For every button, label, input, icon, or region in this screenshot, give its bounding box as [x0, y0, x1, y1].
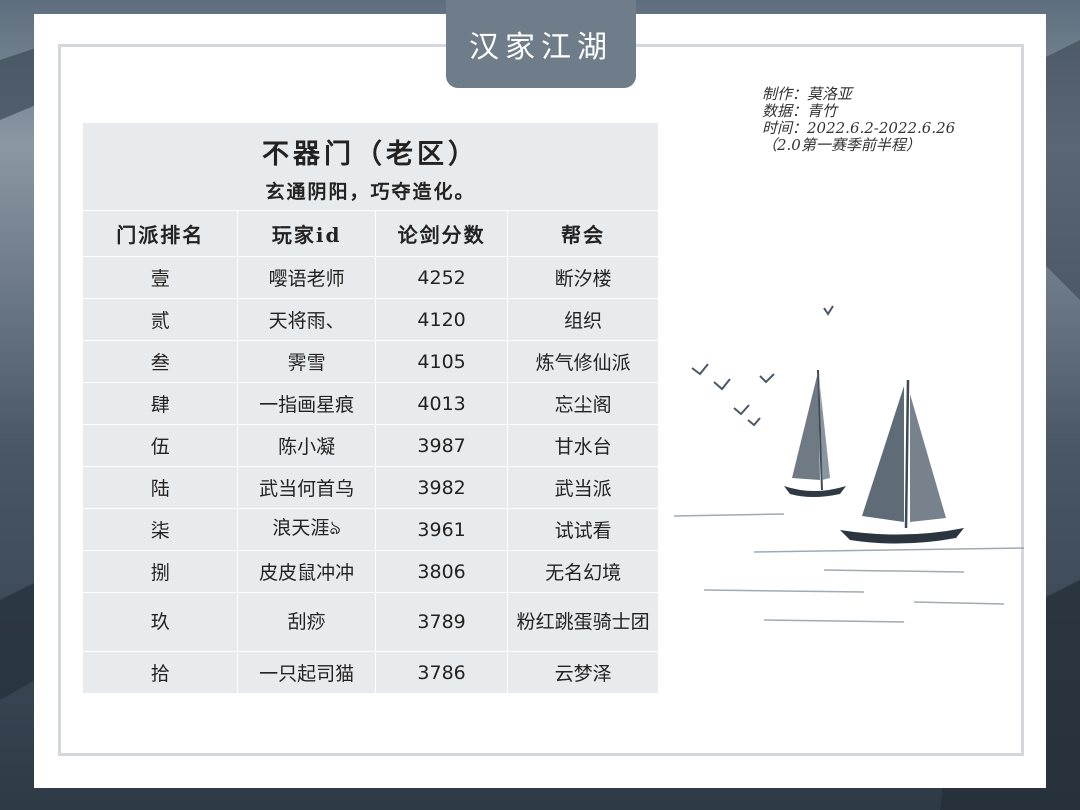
- rank-cell: 壹: [81, 256, 239, 299]
- table-row: 贰 天将雨、 4120 组织: [81, 298, 659, 341]
- rank-cell: 贰: [81, 298, 239, 341]
- season-note: （2.0第一赛季前半程）: [762, 136, 921, 154]
- column-header-guild: 帮会: [507, 210, 659, 257]
- sailboat-illustration: [673, 305, 1025, 623]
- player-cell: 霁雪: [237, 340, 376, 383]
- table-subtitle: 玄通阴阳，巧夺造化。: [265, 180, 476, 203]
- player-cell: 浪天涯ঌ: [237, 508, 376, 551]
- table-row: 叁 霁雪 4105 炼气修仙派: [81, 340, 659, 383]
- column-header-rank: 门派排名: [81, 210, 239, 257]
- table-row: 拾 一只起司猫 3786 云梦泽: [81, 651, 659, 694]
- bird-icon: [823, 305, 834, 316]
- rank-cell: 肆: [81, 382, 239, 425]
- rank-cell: 柒: [81, 508, 239, 551]
- player-cell: 天将雨、: [237, 298, 376, 341]
- score-cell: 4105: [374, 340, 509, 383]
- score-cell: 4252: [374, 256, 509, 299]
- player-cell: 陈小凝: [237, 424, 376, 467]
- credits-block: 制作：莫洛亚 数据：青竹 时间：2022.6.2-2022.6.26 （2.0第…: [762, 86, 955, 154]
- time-range: 时间：2022.6.2-2022.6.26: [762, 119, 956, 137]
- guild-cell: 组织: [507, 298, 659, 341]
- score-cell: 3806: [374, 550, 509, 593]
- score-cell: 4013: [374, 382, 509, 425]
- guild-cell: 炼气修仙派: [507, 340, 659, 383]
- player-cell: 皮皮鼠冲冲: [237, 550, 376, 593]
- guild-cell: 云梦泽: [507, 651, 659, 694]
- table-row: 壹 嘤语老师 4252 断汐楼: [81, 256, 659, 299]
- table-row: 伍 陈小凝 3987 甘水台: [81, 424, 659, 467]
- table-header-block: 不器门（老区） 玄通阴阳，巧夺造化。: [82, 122, 659, 211]
- column-header-player: 玩家id: [237, 210, 376, 257]
- score-cell: 3982: [374, 466, 509, 509]
- column-header-score: 论剑分数: [374, 210, 509, 257]
- rank-cell: 拾: [81, 651, 239, 694]
- score-cell: 3961: [374, 508, 509, 551]
- player-cell: 嘤语老师: [237, 256, 376, 299]
- data-source-credit: 数据：青竹: [762, 102, 838, 120]
- rank-cell: 捌: [81, 550, 239, 593]
- table-row: 柒 浪天涯ঌ 3961 试试看: [81, 508, 659, 551]
- rank-cell: 玖: [81, 592, 239, 652]
- author-credit: 制作：莫洛亚: [762, 85, 853, 103]
- score-cell: 3789: [374, 592, 509, 652]
- guild-cell: 甘水台: [507, 424, 659, 467]
- table-row: 肆 一指画星痕 4013 忘尘阁: [81, 382, 659, 425]
- rank-cell: 伍: [81, 424, 239, 467]
- score-cell: 3987: [374, 424, 509, 467]
- table-row: 玖 刮痧 3789 粉红跳蛋骑士团: [81, 592, 659, 652]
- player-cell: 武当何首乌: [237, 466, 376, 509]
- guild-cell: 试试看: [507, 508, 659, 551]
- table-row: 陆 武当何首乌 3982 武当派: [81, 466, 659, 509]
- rank-cell: 叁: [81, 340, 239, 383]
- guild-cell: 忘尘阁: [507, 382, 659, 425]
- rank-cell: 陆: [81, 466, 239, 509]
- banner-title: 汉家江湖: [446, 0, 636, 88]
- boat-icon: [784, 369, 964, 544]
- player-cell: 一指画星痕: [237, 382, 376, 425]
- guild-cell: 无名幻境: [507, 550, 659, 593]
- table-title: 不器门（老区）: [262, 138, 479, 170]
- guild-cell: 粉红跳蛋骑士团: [507, 592, 659, 652]
- guild-cell: 武当派: [507, 466, 659, 509]
- player-cell: 刮痧: [237, 592, 376, 652]
- guild-cell: 断汐楼: [507, 256, 659, 299]
- table-row: 捌 皮皮鼠冲冲 3806 无名幻境: [81, 550, 659, 593]
- ranking-table: 不器门（老区） 玄通阴阳，巧夺造化。 门派排名 玩家id 论剑分数 帮会 壹 嘤…: [81, 122, 659, 694]
- score-cell: 4120: [374, 298, 509, 341]
- score-cell: 3786: [374, 651, 509, 694]
- player-cell: 一只起司猫: [237, 651, 376, 694]
